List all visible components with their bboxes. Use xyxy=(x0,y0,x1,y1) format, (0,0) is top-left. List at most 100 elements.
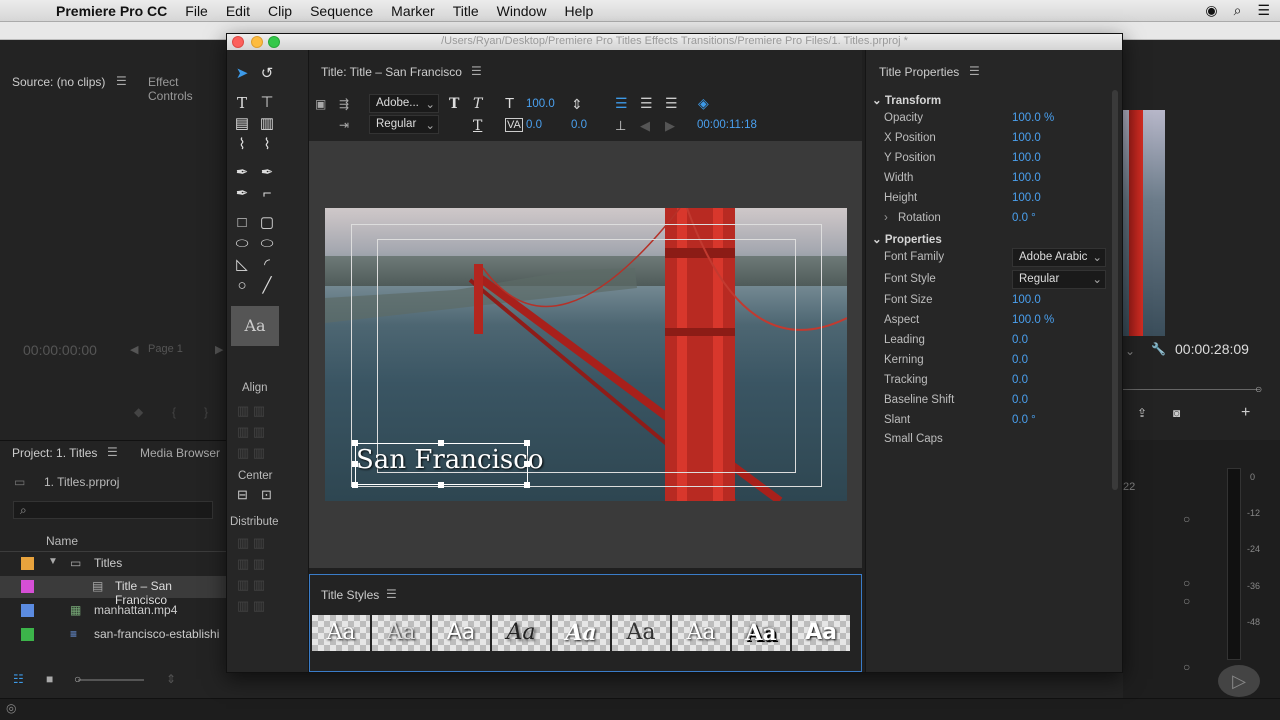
notification-list-icon[interactable]: ☰ xyxy=(1257,2,1270,19)
style-swatch[interactable]: Aa xyxy=(612,615,670,651)
close-button[interactable] xyxy=(232,36,244,48)
wedge-tool-icon[interactable]: ◺ xyxy=(232,256,252,274)
font-family-select[interactable]: Adobe... ⌄ xyxy=(369,94,439,113)
frame-back-icon[interactable]: ◀ xyxy=(640,118,650,134)
italic-icon[interactable]: T xyxy=(473,96,482,112)
resize-handle[interactable] xyxy=(524,440,530,446)
menu-help[interactable]: Help xyxy=(564,3,593,19)
new-title-icon[interactable]: ▣ xyxy=(315,97,326,111)
ellipse-tool-icon[interactable]: ○ xyxy=(232,277,252,295)
vertical-area-type-tool-icon[interactable]: ▥ xyxy=(257,115,277,133)
list-item[interactable]: ▼ ▭ Titles xyxy=(0,553,226,575)
project-tab[interactable]: Project: 1. Titles xyxy=(12,446,97,460)
project-menu-icon[interactable]: ☰ xyxy=(107,445,118,459)
list-item[interactable]: ▤ Title – San Francisco xyxy=(0,576,226,607)
styles-menu-icon[interactable]: ☰ xyxy=(386,587,397,601)
title-tab[interactable]: Title: Title – San Francisco xyxy=(321,65,462,79)
spotlight-search-icon[interactable]: ⌕ xyxy=(1234,2,1242,19)
style-swatch[interactable]: Aa xyxy=(552,615,610,651)
page-prev-icon[interactable]: ◀ xyxy=(130,343,138,356)
program-scrubber[interactable] xyxy=(1123,389,1260,390)
vertical-path-type-tool-icon[interactable]: ⌇ xyxy=(257,136,277,154)
rounded-corner-rect-tool-icon[interactable]: ⬭ xyxy=(257,235,277,253)
align-left-icon[interactable]: ☰ xyxy=(615,95,628,112)
align-center-icon[interactable]: ☰ xyxy=(640,95,653,112)
center-horizontal-icon[interactable]: ⊟ xyxy=(237,487,248,503)
title-properties-tab[interactable]: Title Properties xyxy=(879,65,959,79)
menu-window[interactable]: Window xyxy=(497,3,547,19)
list-view-icon[interactable]: ☷ xyxy=(13,672,24,686)
program-timecode[interactable]: 00:00:28:09 xyxy=(1175,341,1249,357)
project-search-input[interactable]: ⌕ xyxy=(13,501,213,519)
frame-forward-icon[interactable]: ▶ xyxy=(665,118,675,134)
menu-edit[interactable]: Edit xyxy=(226,3,250,19)
align-buttons-icon[interactable]: ▥ ▥ ▥ ▥ ▥ ▥ xyxy=(237,400,297,463)
font-family-dropdown[interactable]: Adobe Arabic ⌄ xyxy=(1012,248,1106,267)
minimize-button[interactable] xyxy=(251,36,263,48)
resize-handle[interactable] xyxy=(438,482,444,488)
center-vertical-icon[interactable]: ⊡ xyxy=(261,487,272,503)
zoom-slider[interactable] xyxy=(78,679,144,681)
program-dropdown-icon[interactable]: ⌄ xyxy=(1125,344,1135,358)
source-timecode[interactable]: 00:00:00:00 xyxy=(23,342,97,358)
style-swatch[interactable]: Aa xyxy=(732,615,790,651)
area-type-tool-icon[interactable]: ▤ xyxy=(232,115,252,133)
menu-file[interactable]: File xyxy=(185,3,208,19)
tab-stops-icon[interactable]: ⊥ xyxy=(615,118,626,134)
track-knob-icon[interactable]: ○ xyxy=(1183,660,1190,674)
menu-title[interactable]: Title xyxy=(453,3,479,19)
add-button-icon[interactable]: + xyxy=(1241,404,1250,422)
menu-sequence[interactable]: Sequence xyxy=(310,3,373,19)
track-knob-icon[interactable]: ○ xyxy=(1183,576,1190,590)
add-anchor-tool-icon[interactable]: ✒ xyxy=(232,185,252,203)
track-knob-icon[interactable]: ○ xyxy=(1183,512,1190,526)
camera-icon[interactable]: ◙ xyxy=(1173,406,1180,420)
zoom-button[interactable] xyxy=(268,36,280,48)
media-browser-tab[interactable]: Media Browser xyxy=(140,446,220,460)
list-item[interactable]: ≡ san-francisco-establishi xyxy=(0,624,226,646)
list-item[interactable]: ▦ manhattan.mp4 xyxy=(0,600,226,622)
convert-anchor-tool-icon[interactable]: ⌐ xyxy=(257,185,277,203)
wrench-icon[interactable]: 🔧 xyxy=(1151,342,1166,356)
kerning-value[interactable]: 0.0 xyxy=(526,119,542,131)
resize-handle[interactable] xyxy=(352,461,358,467)
play-button-icon[interactable]: ▷ xyxy=(1218,665,1260,697)
underline-icon[interactable]: T xyxy=(473,118,482,134)
label-color-swatch[interactable] xyxy=(21,604,34,617)
page-next-icon[interactable]: ▶ xyxy=(215,343,223,356)
style-swatch[interactable]: Aa xyxy=(492,615,550,651)
icon-view-icon[interactable]: ■ xyxy=(46,672,53,686)
name-column-header[interactable]: Name xyxy=(46,534,78,548)
tab-stops-icon[interactable]: ⇥ xyxy=(339,118,349,132)
label-color-swatch[interactable] xyxy=(21,628,34,641)
label-color-swatch[interactable] xyxy=(21,580,34,593)
chevron-down-icon[interactable]: ▼ xyxy=(48,556,58,567)
transform-section[interactable]: ⌄ Transform xyxy=(872,93,941,107)
clipped-rect-tool-icon[interactable]: ⬭ xyxy=(232,235,252,253)
mark-out-icon[interactable]: } xyxy=(204,405,208,419)
rounded-rect-tool-icon[interactable]: ▢ xyxy=(257,214,277,232)
sort-icon[interactable]: ⇕ xyxy=(166,672,176,686)
title-styles-tab[interactable]: Title Styles xyxy=(321,588,379,602)
rectangle-tool-icon[interactable]: □ xyxy=(232,214,252,232)
font-style-select[interactable]: Regular ⌄ xyxy=(369,115,439,134)
menu-clip[interactable]: Clip xyxy=(268,3,292,19)
source-tab[interactable]: Source: (no clips) xyxy=(12,75,105,89)
resize-handle[interactable] xyxy=(438,440,444,446)
style-swatch[interactable]: Aa xyxy=(372,615,430,651)
vertical-type-tool-icon[interactable]: ⊤ xyxy=(257,94,277,112)
properties-menu-icon[interactable]: ☰ xyxy=(969,64,980,78)
dialog-timecode[interactable]: 00:00:11:18 xyxy=(697,119,757,131)
page-select[interactable]: Page 1 xyxy=(148,343,183,355)
bold-icon[interactable]: T xyxy=(449,96,459,112)
arc-tool-icon[interactable]: ◜ xyxy=(257,256,277,274)
resize-handle[interactable] xyxy=(524,482,530,488)
align-right-icon[interactable]: ☰ xyxy=(665,95,678,112)
resize-handle[interactable] xyxy=(352,482,358,488)
pen-tool-icon[interactable]: ✒ xyxy=(232,164,252,182)
rotation-tool-icon[interactable]: ↺ xyxy=(257,65,277,83)
mark-in-icon[interactable]: { xyxy=(172,405,176,419)
title-text[interactable]: San Francisco xyxy=(356,445,543,475)
menu-marker[interactable]: Marker xyxy=(391,3,435,19)
zoom-slider-handle[interactable]: ○ xyxy=(74,672,81,686)
